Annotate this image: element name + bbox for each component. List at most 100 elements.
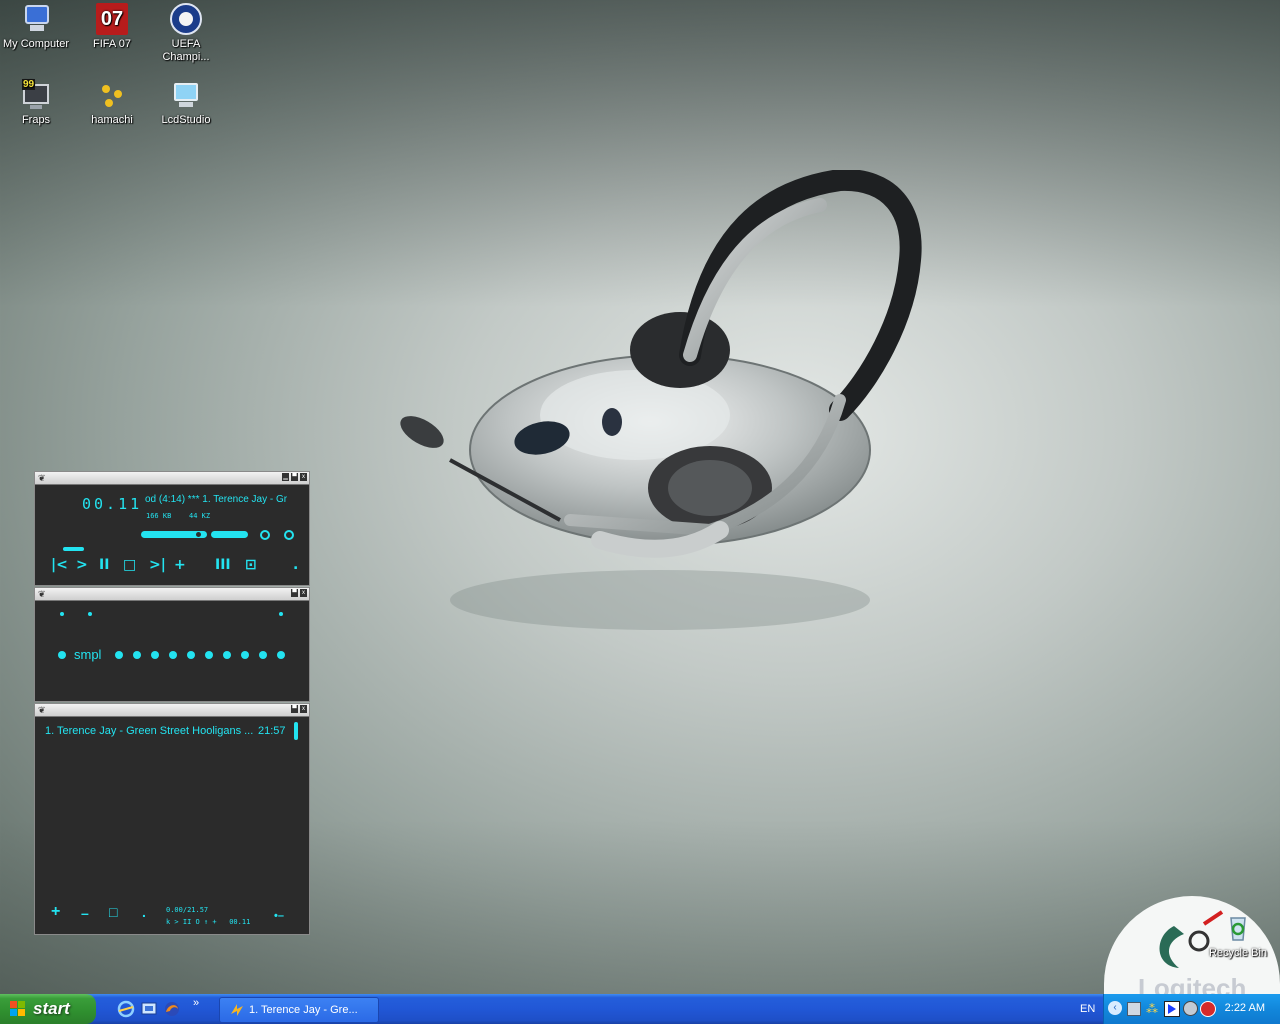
desktop-icon-label: LcdStudio: [161, 114, 211, 126]
hamachi-icon: [96, 79, 128, 111]
desktop-icon-label: My Computer: [2, 38, 70, 50]
shade-button[interactable]: ▀: [291, 589, 298, 597]
firefox-icon[interactable]: [163, 1000, 181, 1018]
next-button[interactable]: >|: [149, 557, 166, 573]
winamp-logo-icon: ❦: [38, 473, 46, 483]
tray-network-icon[interactable]: [1127, 1002, 1141, 1016]
eq-band-slider[interactable]: [241, 651, 249, 659]
tray-hamachi-icon[interactable]: ⁂: [1146, 1002, 1158, 1016]
tray-expand-chevron-icon[interactable]: ‹: [1108, 1001, 1122, 1015]
winamp-time-display: 00.11: [82, 495, 143, 513]
winamp-samplerate: 44 KZ: [189, 512, 211, 520]
eq-band-slider[interactable]: [205, 651, 213, 659]
eq-label: smpl: [74, 647, 102, 662]
eq-auto-indicator[interactable]: [88, 612, 92, 616]
playlist-status-time: 0.00/21.57: [166, 906, 209, 914]
tray-volume-icon[interactable]: [1183, 1001, 1198, 1016]
start-button[interactable]: start: [0, 994, 96, 1024]
winamp-logo-icon: ❦: [38, 589, 46, 599]
options-dot[interactable]: .: [293, 557, 298, 573]
desktop-icon-fifa07[interactable]: 07 FIFA 07: [74, 3, 150, 51]
eq-toggle-button[interactable]: [260, 530, 270, 540]
winamp-bitrate: 166 KB: [146, 512, 172, 520]
eq-band-slider[interactable]: [115, 651, 123, 659]
desktop-icon-hamachi[interactable]: hamachi: [74, 79, 150, 127]
eject-button[interactable]: +: [174, 557, 186, 573]
lcdstudio-icon: [170, 79, 202, 111]
internet-explorer-icon[interactable]: [117, 1000, 135, 1018]
winamp-song-marquee: od (4:14) *** 1. Terence Jay - Gr: [145, 494, 288, 505]
balance-slider[interactable]: [211, 531, 248, 538]
eq-on-indicator[interactable]: [60, 612, 64, 616]
winamp-logo-icon: ❦: [38, 705, 46, 715]
playlist-toggle-button[interactable]: [284, 530, 294, 540]
repeat-button[interactable]: ⊡: [245, 557, 257, 573]
recycle-bin-icon: [1222, 912, 1254, 944]
desktop-icon-lcdstudio[interactable]: LcdStudio: [148, 79, 224, 127]
playlist-item-duration: 21:57: [258, 725, 286, 737]
winamp-main-titlebar[interactable]: ❦ ▁ ▀ x: [35, 472, 309, 485]
desktop-icon-label: Fraps: [21, 114, 51, 126]
close-button[interactable]: x: [300, 473, 307, 481]
volume-slider-knob[interactable]: [196, 532, 201, 537]
playlist-list-options[interactable]: •–: [274, 910, 284, 922]
tray-app-icon[interactable]: [1200, 1001, 1216, 1017]
eq-band-slider[interactable]: [169, 651, 177, 659]
system-tray: ‹ ⁂ 2:22 AM: [1103, 994, 1280, 1024]
shuffle-button[interactable]: III: [215, 557, 231, 573]
close-button[interactable]: x: [300, 705, 307, 713]
fraps-icon: 99: [20, 79, 52, 111]
desktop-icon-recycle-bin[interactable]: Recycle Bin: [1200, 912, 1276, 960]
winamp-lightning-icon: [231, 1004, 243, 1016]
system-clock[interactable]: 2:22 AM: [1225, 1002, 1265, 1014]
eq-band-slider[interactable]: [259, 651, 267, 659]
playlist-misc-button[interactable]: .: [142, 904, 146, 920]
desktop-icon-label: hamachi: [91, 114, 133, 126]
desktop-icon-label: FIFA 07: [93, 38, 131, 50]
winamp-eq-titlebar[interactable]: ❦ ▀ x: [35, 588, 309, 601]
my-computer-icon: [20, 3, 52, 35]
uefa-icon: [170, 3, 202, 35]
playlist-add-button[interactable]: +: [51, 903, 60, 921]
playlist-status-controls[interactable]: k > II O ↑ + 00.11: [166, 918, 250, 926]
pause-button[interactable]: II: [99, 557, 109, 573]
wallpaper-headset-art: [400, 170, 922, 630]
previous-button[interactable]: |<: [51, 557, 68, 573]
eq-band-slider[interactable]: [223, 651, 231, 659]
tray-media-icon[interactable]: [1164, 1001, 1180, 1017]
eq-band-slider[interactable]: [187, 651, 195, 659]
desktop-icon-uefa[interactable]: UEFA Champi...: [148, 3, 224, 64]
playlist-item-title: 1. Terence Jay - Green Street Hooligans …: [45, 725, 254, 737]
fifa07-icon: 07: [96, 3, 128, 35]
playlist-item[interactable]: 1. Terence Jay - Green Street Hooligans …: [45, 725, 290, 737]
eq-preamp-slider[interactable]: [58, 651, 66, 659]
playlist-scrollbar[interactable]: [294, 722, 298, 740]
desktop-icon-fraps[interactable]: 99 Fraps: [0, 79, 74, 127]
eq-band-slider[interactable]: [133, 651, 141, 659]
start-label: start: [33, 999, 70, 1018]
windows-flag-icon: [10, 1001, 25, 1016]
quicklaunch-chevron-icon[interactable]: »: [193, 997, 199, 1009]
shade-button[interactable]: ▀: [291, 705, 298, 713]
eq-band-slider[interactable]: [277, 651, 285, 659]
stop-button[interactable]: □: [123, 557, 136, 573]
show-desktop-icon[interactable]: [140, 1000, 158, 1018]
taskbar-button-label: 1. Terence Jay - Gre...: [249, 1004, 358, 1016]
eq-band-slider[interactable]: [151, 651, 159, 659]
play-button[interactable]: >: [76, 557, 88, 573]
taskbar-button-winamp[interactable]: 1. Terence Jay - Gre...: [219, 997, 379, 1023]
desktop-icon-my-computer[interactable]: My Computer: [0, 3, 74, 51]
winamp-playlist-titlebar[interactable]: ❦ ▀ x: [35, 704, 309, 717]
minimize-button[interactable]: ▁: [282, 473, 289, 481]
winamp-equalizer-window[interactable]: ❦ ▀ x: [34, 587, 310, 702]
seek-bar[interactable]: [63, 547, 84, 551]
desktop-icon-label: UEFA Champi...: [162, 38, 210, 63]
eq-presets-indicator[interactable]: [279, 612, 283, 616]
playlist-select-button[interactable]: □: [109, 904, 117, 920]
playlist-remove-button[interactable]: –: [81, 905, 89, 921]
close-button[interactable]: x: [300, 589, 307, 597]
fifa07-badge: 07: [100, 8, 124, 30]
shade-button[interactable]: ▀: [291, 473, 298, 481]
language-indicator[interactable]: EN: [1080, 1003, 1095, 1015]
winamp-playlist-window[interactable]: ❦ ▀ x: [34, 703, 310, 935]
